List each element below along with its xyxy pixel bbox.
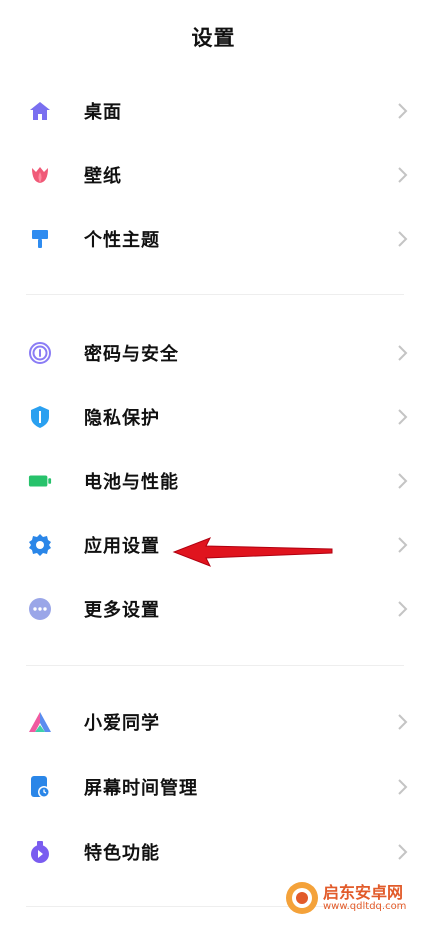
red-arrow-icon — [172, 537, 333, 567]
settings-item-label: 屏幕时间管理 — [84, 778, 198, 799]
chevron-right-icon — [398, 473, 408, 489]
home-icon — [28, 99, 52, 123]
settings-item-xiaoai[interactable]: 小爱同学 — [0, 690, 427, 754]
gear-icon — [28, 533, 52, 557]
settings-item-theme[interactable]: 个性主题 — [0, 207, 427, 271]
assistant-icon — [28, 710, 52, 734]
watermark-name: 启东安卓网 — [323, 882, 404, 902]
screen-time-icon — [28, 775, 52, 799]
chevron-right-icon — [398, 537, 408, 553]
chevron-right-icon — [398, 345, 408, 361]
settings-screen: 设置 桌面 壁纸 个性主题 密码与安全 隐私保护 电池与性能 应用设置 更多设置… — [0, 0, 427, 931]
brush-icon — [28, 227, 52, 251]
chevron-right-icon — [398, 167, 408, 183]
settings-item-label: 个性主题 — [84, 230, 160, 251]
settings-item-label: 桌面 — [84, 102, 122, 123]
fingerprint-icon — [28, 341, 52, 365]
tulip-icon — [28, 163, 52, 187]
features-icon — [28, 840, 52, 864]
chevron-right-icon — [398, 844, 408, 860]
settings-item-privacy[interactable]: 隐私保护 — [0, 385, 427, 449]
settings-item-more-settings[interactable]: 更多设置 — [0, 577, 427, 641]
watermark: 启东安卓网 www.qdltdq.com — [285, 875, 415, 921]
battery-icon — [28, 469, 52, 493]
settings-item-desktop[interactable]: 桌面 — [0, 79, 427, 143]
more-icon — [28, 597, 52, 621]
chevron-right-icon — [398, 103, 408, 119]
settings-item-password-security[interactable]: 密码与安全 — [0, 321, 427, 385]
settings-item-battery[interactable]: 电池与性能 — [0, 449, 427, 513]
settings-item-screen-time[interactable]: 屏幕时间管理 — [0, 755, 427, 819]
settings-item-label: 更多设置 — [84, 600, 160, 621]
settings-item-label: 电池与性能 — [84, 472, 179, 493]
chevron-right-icon — [398, 714, 408, 730]
chevron-right-icon — [398, 779, 408, 795]
settings-item-label: 密码与安全 — [84, 344, 179, 365]
watermark-url: www.qdltdq.com — [323, 901, 407, 913]
chevron-right-icon — [398, 409, 408, 425]
settings-item-label: 应用设置 — [84, 536, 160, 557]
group-divider — [26, 665, 404, 666]
chevron-right-icon — [398, 601, 408, 617]
settings-item-label: 隐私保护 — [84, 408, 160, 429]
chevron-right-icon — [398, 231, 408, 247]
settings-item-wallpaper[interactable]: 壁纸 — [0, 143, 427, 207]
page-title: 设置 — [191, 26, 236, 50]
group-divider — [26, 294, 404, 295]
settings-item-label: 壁纸 — [84, 166, 122, 187]
shield-icon — [28, 405, 52, 429]
settings-item-label: 特色功能 — [84, 843, 160, 864]
settings-item-label: 小爱同学 — [84, 713, 160, 734]
watermark-logo-icon — [286, 882, 318, 914]
